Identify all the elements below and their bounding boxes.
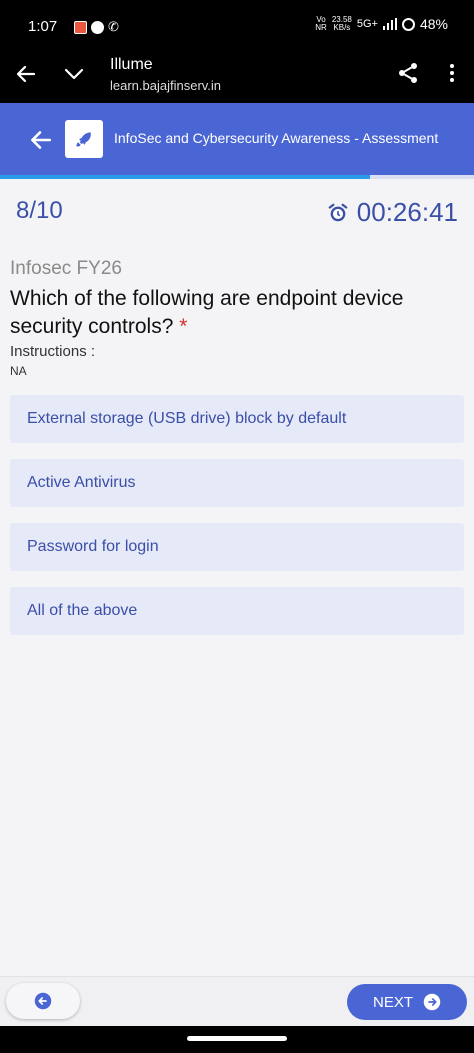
assessment-title: InfoSec and Cybersecurity Awareness - As… (114, 130, 439, 146)
more-vertical-icon[interactable] (440, 61, 464, 85)
status-right: Vo NR 23.58 KB/s 5G+ 48% (315, 15, 448, 33)
section-name: Infosec FY26 (10, 258, 122, 279)
question-text: Which of the following are endpoint devi… (10, 287, 404, 338)
next-button[interactable]: NEXT (347, 984, 467, 1020)
browser-page-title: Illume (110, 56, 153, 73)
volte-indicator: Vo NR (315, 15, 327, 32)
instructions-label: Instructions : (10, 343, 96, 360)
arrow-right-circle-icon (423, 993, 441, 1011)
back-arrow-icon[interactable] (27, 127, 53, 153)
browser-toolbar: Illume learn.bajajfinserv.in (0, 50, 474, 103)
arrow-left-circle-icon (34, 992, 52, 1010)
battery-icon (401, 17, 415, 31)
timer-value: 00:26:41 (356, 197, 458, 227)
chevron-down-icon[interactable] (62, 62, 86, 86)
home-gesture-bar[interactable] (187, 1036, 287, 1041)
battery-level: 48% (419, 16, 448, 32)
phone-icon: ✆ (108, 19, 119, 34)
previous-button[interactable] (6, 983, 80, 1019)
notification-icons: ✆ (74, 19, 119, 35)
app-notification-icon (74, 20, 87, 34)
back-arrow-icon[interactable] (14, 62, 38, 86)
progress-bar (0, 175, 474, 179)
progress-fill (0, 175, 370, 179)
browser-url: learn.bajajfinserv.in (110, 78, 222, 93)
required-marker: * (179, 315, 188, 338)
answer-option-2[interactable]: Active Antivirus (10, 459, 464, 507)
instructions-value: NA (10, 364, 27, 378)
network-type: 5G+ (356, 18, 378, 30)
system-nav-bar (0, 1026, 474, 1053)
rocket-icon (76, 132, 91, 147)
countdown-timer: 00:26:41 (327, 197, 458, 228)
signal-icon (382, 18, 397, 30)
alarm-clock-icon (328, 203, 348, 221)
question-counter: 8/10 (16, 197, 63, 224)
whatsapp-icon (91, 20, 104, 34)
answer-option-3[interactable]: Password for login (10, 523, 464, 571)
app-header: InfoSec and Cybersecurity Awareness - As… (0, 103, 474, 175)
share-icon[interactable] (396, 61, 420, 85)
answer-option-1[interactable]: External storage (USB drive) block by de… (10, 395, 464, 443)
status-bar: 1:07 ✆ Vo NR 23.58 KB/s 5G+ 48% (0, 0, 474, 50)
status-time: 1:07 (28, 18, 58, 35)
network-speed: 23.58 KB/s (331, 15, 352, 32)
course-logo (65, 120, 103, 158)
answer-option-4[interactable]: All of the above (10, 587, 464, 635)
